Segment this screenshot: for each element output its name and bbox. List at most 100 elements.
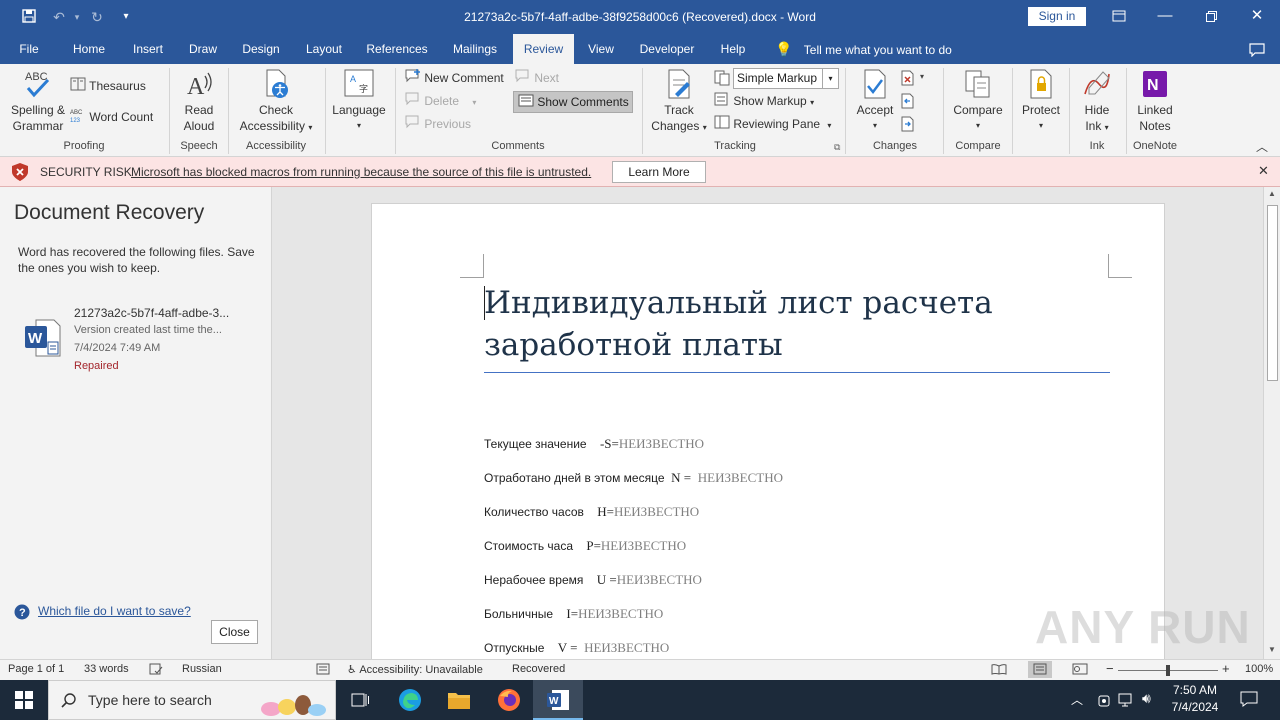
- accept-button[interactable]: Accept ▾: [852, 68, 898, 134]
- learn-more-button[interactable]: Learn More: [612, 161, 706, 183]
- hide-ink-button[interactable]: Hide Ink ▾: [1074, 68, 1120, 136]
- close-message-bar-icon[interactable]: ✕: [1258, 163, 1269, 179]
- tab-references[interactable]: References: [362, 34, 432, 64]
- print-layout-icon[interactable]: [1028, 661, 1052, 678]
- minimize-button[interactable]: —: [1142, 0, 1188, 34]
- windows-start-icon[interactable]: [15, 691, 33, 712]
- volume-icon[interactable]: 🔊︎: [1142, 690, 1151, 707]
- next-change-icon[interactable]: [900, 116, 916, 135]
- tab-mailings[interactable]: Mailings: [446, 34, 504, 64]
- linked-notes-button[interactable]: N Linked Notes: [1130, 68, 1180, 134]
- reject-dropdown-icon[interactable]: ▾: [920, 72, 924, 81]
- sign-in-button[interactable]: Sign in: [1028, 7, 1086, 26]
- tab-design[interactable]: Design: [236, 34, 286, 64]
- page-count[interactable]: Page 1 of 1: [8, 663, 64, 675]
- word-taskbar-button[interactable]: W: [533, 680, 583, 720]
- word-count-status[interactable]: 33 words: [84, 663, 129, 675]
- linked-label: Linked: [1137, 103, 1173, 117]
- group-compare-label: Compare: [955, 140, 1001, 152]
- tab-home[interactable]: Home: [66, 34, 112, 64]
- web-layout-icon[interactable]: [1072, 663, 1088, 678]
- document-title: Индивидуальный лист расчета заработной п…: [484, 282, 1110, 373]
- recovered-status: Recovered: [512, 663, 566, 675]
- crop-mark-top-right: [1108, 254, 1132, 278]
- field-sick-leave: Больничные I=НЕИЗВЕСТНО: [484, 606, 663, 622]
- collapse-ribbon-icon[interactable]: ︿: [1256, 138, 1268, 155]
- proofing-status-icon[interactable]: [149, 663, 163, 678]
- recovered-file-item[interactable]: W 21273a2c-5b7f-4aff-adbe-3... Version c…: [20, 304, 260, 374]
- tab-file[interactable]: File: [10, 34, 48, 64]
- previous-comment-button[interactable]: Previous: [405, 114, 471, 134]
- tab-review[interactable]: Review: [513, 34, 574, 64]
- group-proofing-label: Proofing: [63, 140, 105, 152]
- read-aloud-button[interactable]: A Read Aloud: [176, 68, 222, 134]
- new-comment-icon: [405, 68, 421, 89]
- firefox-icon[interactable]: [497, 688, 521, 715]
- previous-change-icon[interactable]: [900, 93, 916, 112]
- svg-text:?: ?: [19, 607, 26, 619]
- display-for-review-dropdown-icon[interactable]: ▾: [822, 69, 838, 88]
- tab-insert[interactable]: Insert: [126, 34, 170, 64]
- tab-view[interactable]: View: [584, 34, 618, 64]
- zoom-out-icon[interactable]: −: [1106, 661, 1114, 676]
- language-button[interactable]: A字 Language ▾: [330, 68, 388, 134]
- comments-icon[interactable]: [1244, 34, 1270, 64]
- protect-button[interactable]: Protect ▾: [1016, 68, 1066, 134]
- file-explorer-icon[interactable]: [447, 689, 471, 714]
- zoom-level[interactable]: 100%: [1245, 663, 1273, 675]
- which-file-help-link[interactable]: Which file do I want to save?: [38, 604, 191, 618]
- track-changes-button[interactable]: Track Changes ▾: [648, 68, 710, 136]
- zoom-slider-thumb[interactable]: [1166, 665, 1170, 676]
- hide-label: Hide: [1084, 103, 1110, 117]
- document-page[interactable]: Индивидуальный лист расчета заработной п…: [371, 203, 1165, 659]
- thesaurus-icon: [70, 77, 86, 97]
- show-markup-button[interactable]: Show Markup ▾: [714, 91, 814, 111]
- vertical-scrollbar[interactable]: ▲ ▼: [1263, 187, 1280, 659]
- close-recovery-button[interactable]: Close: [211, 620, 258, 644]
- reviewing-pane-button[interactable]: Reviewing Pane ▾: [714, 114, 831, 134]
- tab-layout[interactable]: Layout: [299, 34, 349, 64]
- close-window-button[interactable]: ✕: [1234, 0, 1280, 34]
- delete-comment-button[interactable]: Delete ▾: [405, 91, 476, 111]
- compare-button[interactable]: Compare ▾: [948, 68, 1008, 134]
- reject-icon[interactable]: [900, 70, 916, 89]
- language-status[interactable]: Russian: [182, 663, 222, 675]
- thesaurus-button[interactable]: Thesaurus: [70, 76, 146, 96]
- tab-help[interactable]: Help: [714, 34, 752, 64]
- word-count-button[interactable]: ABC 123 Word Count: [70, 107, 153, 127]
- maximize-button[interactable]: [1188, 0, 1234, 34]
- security-risk-message[interactable]: Microsoft has blocked macros from runnin…: [131, 165, 591, 179]
- notification-center-icon[interactable]: [1240, 691, 1258, 710]
- scroll-down-icon[interactable]: ▼: [1268, 645, 1276, 654]
- svg-text:字: 字: [359, 83, 368, 94]
- scroll-up-icon[interactable]: ▲: [1268, 189, 1276, 198]
- new-comment-button[interactable]: New Comment: [405, 68, 504, 88]
- check-accessibility-button[interactable]: Check Accessibility ▾: [234, 68, 318, 136]
- macro-recording-icon[interactable]: [316, 663, 330, 678]
- spelling-grammar-button[interactable]: ABC Spelling & Grammar: [6, 68, 70, 134]
- tab-draw[interactable]: Draw: [182, 34, 224, 64]
- show-markup-dropdown-icon: ▾: [810, 98, 815, 107]
- tell-me-search[interactable]: 💡 Tell me what you want to do: [775, 34, 952, 64]
- network-icon[interactable]: [1118, 692, 1136, 711]
- show-hidden-icons[interactable]: ︿: [1071, 691, 1083, 708]
- zoom-in-icon[interactable]: +: [1222, 661, 1230, 676]
- track-label: Track: [664, 103, 694, 117]
- accessibility-status[interactable]: ♿ Accessibility: Unavailable: [347, 663, 483, 676]
- show-comments-button[interactable]: Show Comments: [513, 91, 633, 113]
- tracking-dialog-launcher-icon[interactable]: ⧉: [834, 142, 840, 153]
- task-view-icon[interactable]: [350, 691, 370, 712]
- tab-developer[interactable]: Developer: [634, 34, 700, 64]
- scrollbar-thumb[interactable]: [1267, 205, 1278, 381]
- field-equation: -S=: [599, 436, 619, 451]
- edge-browser-icon[interactable]: [398, 688, 422, 715]
- read-mode-icon[interactable]: [991, 663, 1007, 678]
- network-vpn-icon[interactable]: [1096, 692, 1112, 711]
- ribbon-separator: [395, 68, 396, 154]
- taskbar-clock[interactable]: 7:50 AM 7/4/2024: [1166, 683, 1224, 714]
- display-for-review-select[interactable]: Simple Markup ▾: [733, 68, 839, 89]
- spelling-icon: ABC: [25, 71, 50, 98]
- next-comment-button[interactable]: Next: [515, 68, 559, 88]
- ribbon-display-options-button[interactable]: [1096, 0, 1142, 34]
- taskbar-search-box[interactable]: Type here to search: [48, 680, 336, 720]
